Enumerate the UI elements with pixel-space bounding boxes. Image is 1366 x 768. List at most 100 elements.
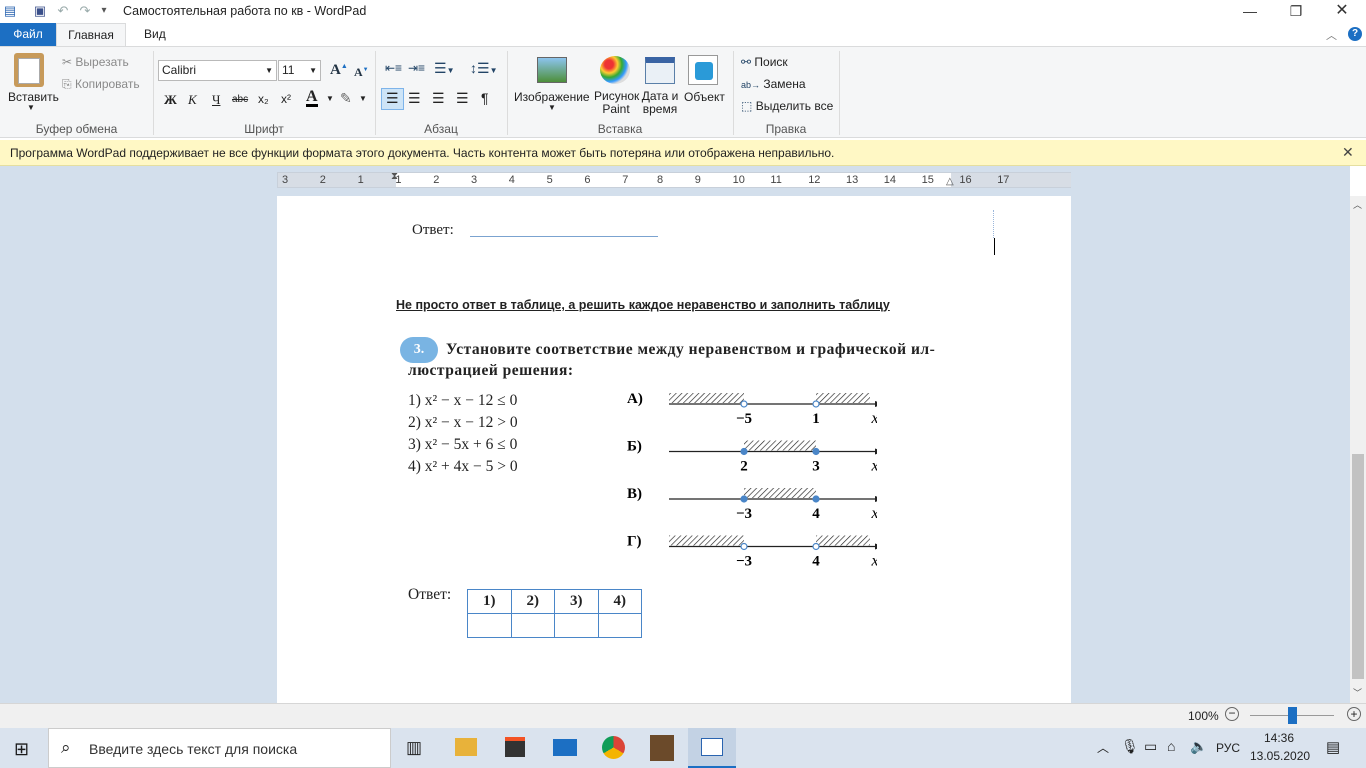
document-page[interactable]: Ответ: Не просто ответ в таблице, а реши… xyxy=(277,196,1071,703)
task-image: 3. Установите соответствие между неравен… xyxy=(397,334,967,654)
list-icon[interactable]: ☰▼ xyxy=(434,60,454,77)
ruler[interactable]: 3 2 1 1 2 3 4 5 6 7 8 9 10 11 12 13 14 15 16 17 ⧗ △ xyxy=(277,171,1071,188)
answer-cell[interactable] xyxy=(554,613,599,638)
zoom-out-button[interactable]: − xyxy=(1225,707,1239,721)
windows-start-icon[interactable]: ⊞ xyxy=(14,739,29,760)
zoom-slider-thumb[interactable] xyxy=(1288,707,1297,724)
right-indent-marker-icon[interactable]: △ xyxy=(946,176,954,187)
axis-arrow-icon xyxy=(875,543,877,550)
zoom-in-button[interactable]: + xyxy=(1347,707,1361,721)
find-button[interactable]: ⚯ Поиск xyxy=(741,55,788,69)
ruler-tick-label: 2 xyxy=(319,174,326,186)
show-hidden-icons[interactable]: ︿ xyxy=(1097,739,1109,756)
close-warning-icon[interactable]: ✕ xyxy=(1342,144,1354,161)
copy-button[interactable]: ⎘ Копировать xyxy=(62,77,140,92)
mail-icon[interactable] xyxy=(553,739,577,756)
line-spacing-icon[interactable]: ↕☰▼ xyxy=(470,60,497,77)
task-view-icon[interactable]: ▥ xyxy=(406,738,422,758)
image-dropdown-icon[interactable]: ▼ xyxy=(548,103,556,112)
insert-datetime-button[interactable]: Дата и время xyxy=(640,90,680,116)
paragraph-group-label: Абзац xyxy=(424,122,458,136)
grow-font-icon[interactable]: A▲ xyxy=(330,62,348,79)
microphone-icon[interactable]: 🎙 xyxy=(1121,738,1139,755)
undo-icon[interactable]: ↶ xyxy=(55,3,71,19)
taskbar-search-box[interactable]: ⌕ Введите здесь текст для поиска xyxy=(48,728,391,768)
font-color-dropdown-icon[interactable]: ▼ xyxy=(326,94,334,103)
select-all-icon: ⬚ xyxy=(741,99,753,113)
open-point xyxy=(740,400,748,408)
clock-date[interactable]: 13.05.2020 xyxy=(1250,749,1310,763)
decrease-indent-icon[interactable]: ⇤≡ xyxy=(385,61,402,75)
replace-button[interactable]: ab→ Замена xyxy=(741,77,806,91)
select-all-button[interactable]: ⬚ Выделить все xyxy=(741,99,833,113)
superscript-button[interactable]: x² xyxy=(281,92,291,106)
volume-icon[interactable]: 🔈 xyxy=(1190,738,1207,755)
answer-cell[interactable] xyxy=(467,613,512,638)
graph-label: Г) xyxy=(627,534,642,550)
collapse-ribbon-icon[interactable]: ︿ xyxy=(1326,27,1337,43)
subscript-button[interactable]: x₂ xyxy=(258,92,269,106)
file-explorer-icon[interactable] xyxy=(455,738,477,756)
notifications-icon[interactable]: ▤ xyxy=(1326,738,1340,756)
binoculars-icon: ⚯ xyxy=(741,55,752,69)
maximize-button[interactable]: ❐ xyxy=(1273,0,1319,23)
insert-object-button[interactable]: Объект xyxy=(684,90,725,104)
help-icon[interactable]: ? xyxy=(1348,27,1362,41)
close-button[interactable]: ✕ xyxy=(1319,0,1365,23)
highlight-dropdown-icon[interactable]: ▼ xyxy=(359,94,367,103)
bold-button[interactable]: Ж xyxy=(164,92,177,108)
answer-cell[interactable] xyxy=(597,613,642,638)
ruler-tick-label: 15 xyxy=(921,174,934,186)
chrome-icon[interactable] xyxy=(602,736,625,759)
shrink-font-icon[interactable]: A▼ xyxy=(354,65,369,80)
replace-icon: ab→ xyxy=(741,80,761,90)
paste-button[interactable]: Вставить xyxy=(8,90,59,104)
ruler-left-margin xyxy=(278,173,396,187)
font-color-icon[interactable]: A xyxy=(306,89,318,107)
closed-point xyxy=(812,495,820,503)
hatched-region xyxy=(744,488,816,498)
insert-paint-button[interactable]: Рисунок Paint xyxy=(594,90,639,116)
redo-icon[interactable]: ↷ xyxy=(77,3,93,19)
scroll-down-icon[interactable]: ﹀ xyxy=(1353,686,1362,699)
calendar-clock-icon xyxy=(645,57,675,84)
ruler-tick-label: 7 xyxy=(622,174,629,186)
closed-point xyxy=(812,447,820,456)
customize-quick-access-icon[interactable]: ▾ xyxy=(96,3,112,19)
font-family-select[interactable]: Calibri ▼ xyxy=(158,60,277,81)
insert-image-button[interactable]: Изображение xyxy=(514,90,590,104)
align-left-button[interactable]: ☰ xyxy=(381,88,404,110)
italic-button[interactable]: К xyxy=(188,92,197,108)
app-icon[interactable] xyxy=(650,735,674,761)
scroll-up-icon[interactable]: ︿ xyxy=(1353,198,1362,211)
increase-indent-icon[interactable]: ⇥≡ xyxy=(408,61,425,75)
indent-marker-icon[interactable]: ⧗ xyxy=(391,171,398,182)
battery-icon[interactable]: ▭ xyxy=(1144,738,1157,755)
align-center-icon[interactable]: ☰ xyxy=(408,90,421,107)
network-icon[interactable]: ⌂ xyxy=(1167,738,1175,754)
vertical-scrollbar[interactable]: ︿ ﹀ xyxy=(1350,196,1366,703)
language-indicator[interactable]: РУС xyxy=(1216,741,1240,755)
cut-button[interactable]: ✂ Вырезать xyxy=(62,55,129,69)
minimize-button[interactable]: — xyxy=(1227,0,1273,23)
answer-cell[interactable] xyxy=(510,613,555,638)
tab-home[interactable]: Главная xyxy=(56,23,126,46)
tab-view[interactable]: Вид xyxy=(130,23,180,46)
font-size-select[interactable]: 11 ▼ xyxy=(278,60,321,81)
ruler-tick-label: 1 xyxy=(357,174,364,186)
strikethrough-button[interactable]: abc xyxy=(232,94,248,105)
paragraph-settings-icon[interactable]: ¶ xyxy=(481,90,489,106)
save-icon[interactable]: ▣ xyxy=(32,3,48,19)
tab-file[interactable]: Файл xyxy=(0,23,56,46)
scrollbar-thumb[interactable] xyxy=(1352,454,1364,679)
store-icon[interactable] xyxy=(505,737,525,757)
hatched-region xyxy=(669,393,744,403)
axis-label: x xyxy=(870,458,877,475)
align-right-icon[interactable]: ☰ xyxy=(432,90,445,107)
clock-time[interactable]: 14:36 xyxy=(1254,731,1304,745)
highlight-icon[interactable]: ✎ xyxy=(340,90,352,107)
paste-dropdown-icon[interactable]: ▼ xyxy=(27,103,35,112)
underline-button[interactable]: Ч xyxy=(212,92,220,108)
justify-icon[interactable]: ☰ xyxy=(456,90,469,107)
wordpad-taskbar-button[interactable] xyxy=(688,728,736,768)
